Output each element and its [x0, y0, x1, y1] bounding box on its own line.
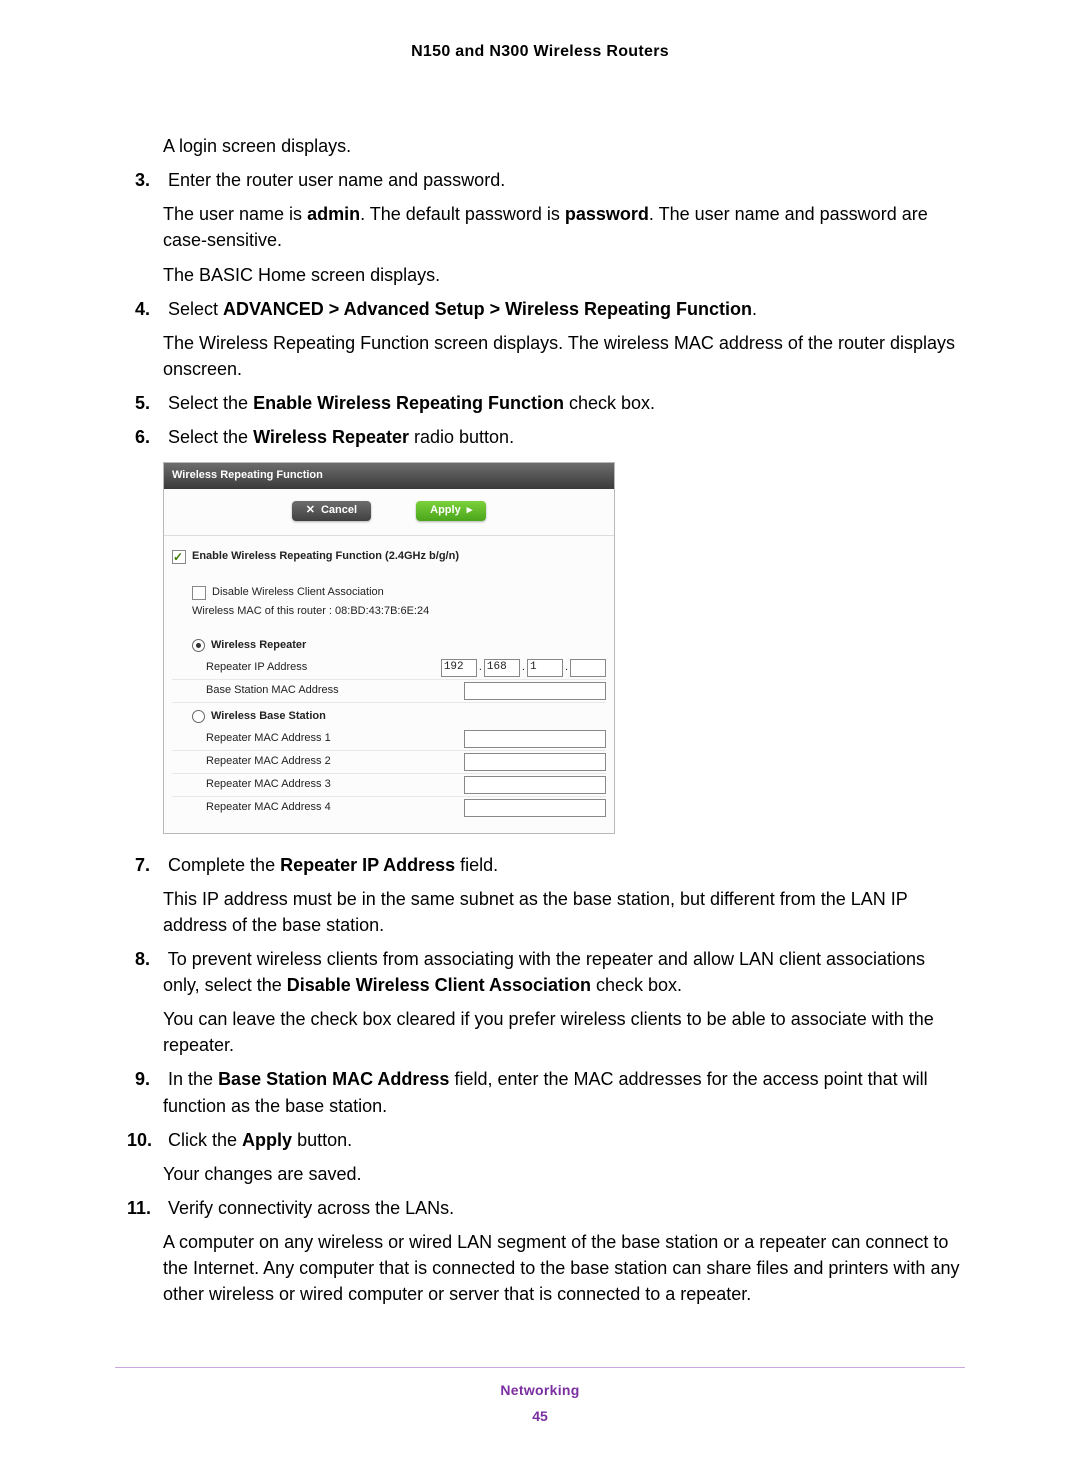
rmac1-label: Repeater MAC Address 1 — [206, 731, 331, 747]
step-3: 3. Enter the router user name and passwo… — [115, 167, 965, 193]
footer-divider — [115, 1367, 965, 1368]
page-number: 45 — [115, 1406, 965, 1426]
rmac3-row: Repeater MAC Address 3 — [172, 774, 606, 797]
step-7: 7. Complete the Repeater IP Address fiel… — [115, 852, 965, 878]
disable-assoc-label: Disable Wireless Client Association — [212, 585, 384, 601]
repeater-ip-input[interactable]: 192. 168. 1. — [441, 659, 606, 677]
step-8-p1: You can leave the check box cleared if y… — [115, 1006, 965, 1058]
wireless-base-station-label: Wireless Base Station — [211, 709, 326, 725]
rmac2-input[interactable] — [464, 753, 606, 771]
repeater-ip-label: Repeater IP Address — [206, 660, 307, 676]
base-mac-input[interactable] — [464, 682, 606, 700]
step-num-6: 6. — [135, 424, 163, 450]
cancel-button[interactable]: ✕ Cancel — [292, 501, 371, 521]
apply-button[interactable]: Apply ▸ — [416, 501, 486, 521]
step-7-p1: This IP address must be in the same subn… — [115, 886, 965, 938]
footer-section: Networking — [115, 1380, 965, 1400]
step-num-10: 10. — [127, 1127, 163, 1153]
ip-octet-1[interactable]: 192 — [441, 659, 477, 677]
document-header: N150 and N300 Wireless Routers — [115, 40, 965, 63]
button-bar: ✕ Cancel Apply ▸ — [164, 489, 614, 536]
step-num-4: 4. — [135, 296, 163, 322]
panel-title: Wireless Repeating Function — [164, 463, 614, 489]
step-num-5: 5. — [135, 390, 163, 416]
ip-octet-3[interactable]: 1 — [527, 659, 563, 677]
base-station-radio-row[interactable]: Wireless Base Station — [172, 709, 606, 725]
step-num-11: 11. — [127, 1195, 163, 1221]
disable-assoc-checkbox[interactable] — [192, 586, 206, 600]
step-num-3: 3. — [135, 167, 163, 193]
rmac1-input[interactable] — [464, 730, 606, 748]
wireless-base-station-radio[interactable] — [192, 710, 205, 723]
step-4: 4. Select ADVANCED > Advanced Setup > Wi… — [115, 296, 965, 322]
rmac2-row: Repeater MAC Address 2 — [172, 751, 606, 774]
rmac4-label: Repeater MAC Address 4 — [206, 800, 331, 816]
step-3-p2: The BASIC Home screen displays. — [115, 262, 965, 288]
rmac4-input[interactable] — [464, 799, 606, 817]
ip-octet-2[interactable]: 168 — [484, 659, 520, 677]
router-mac-label: Wireless MAC of this router : 08:BD:43:7… — [192, 604, 429, 620]
ip-octet-4[interactable] — [570, 659, 606, 677]
step-3-p1: The user name is admin. The default pass… — [115, 201, 965, 253]
step-10: 10. Click the Apply button. — [115, 1127, 965, 1153]
arrow-right-icon: ▸ — [467, 503, 473, 519]
step-4-p1: The Wireless Repeating Function screen d… — [115, 330, 965, 382]
router-mac-row: Wireless MAC of this router : 08:BD:43:7… — [172, 604, 606, 620]
repeater-radio-row[interactable]: Wireless Repeater — [172, 638, 606, 654]
rmac3-label: Repeater MAC Address 3 — [206, 777, 331, 793]
rmac3-input[interactable] — [464, 776, 606, 794]
rmac2-label: Repeater MAC Address 2 — [206, 754, 331, 770]
step-3-text: Enter the router user name and password. — [168, 170, 505, 190]
enable-label: Enable Wireless Repeating Function (2.4G… — [192, 549, 459, 565]
rmac4-row: Repeater MAC Address 4 — [172, 797, 606, 819]
wireless-repeater-radio[interactable] — [192, 639, 205, 652]
wireless-repeater-label: Wireless Repeater — [211, 638, 306, 654]
step-num-8: 8. — [135, 946, 163, 972]
router-screenshot: Wireless Repeating Function ✕ Cancel App… — [163, 462, 615, 834]
enable-checkbox[interactable] — [172, 550, 186, 564]
step-9: 9. In the Base Station MAC Address field… — [115, 1066, 965, 1118]
step-num-9: 9. — [135, 1066, 163, 1092]
step-8: 8. To prevent wireless clients from asso… — [115, 946, 965, 998]
rmac1-row: Repeater MAC Address 1 — [172, 728, 606, 751]
step-11: 11. Verify connectivity across the LANs. — [115, 1195, 965, 1221]
step-11-p1: A computer on any wireless or wired LAN … — [115, 1229, 965, 1307]
enable-row[interactable]: Enable Wireless Repeating Function (2.4G… — [172, 549, 606, 565]
step-6: 6. Select the Wireless Repeater radio bu… — [115, 424, 965, 450]
repeater-ip-row: Repeater IP Address 192. 168. 1. — [172, 657, 606, 680]
base-mac-label: Base Station MAC Address — [206, 683, 339, 699]
close-icon: ✕ — [306, 503, 315, 519]
step-10-p1: Your changes are saved. — [115, 1161, 965, 1187]
step-5: 5. Select the Enable Wireless Repeating … — [115, 390, 965, 416]
step-11-text: Verify connectivity across the LANs. — [168, 1198, 454, 1218]
intro-login: A login screen displays. — [115, 133, 965, 159]
step-num-7: 7. — [135, 852, 163, 878]
disable-assoc-row[interactable]: Disable Wireless Client Association — [172, 585, 606, 601]
base-mac-row: Base Station MAC Address — [172, 680, 606, 703]
